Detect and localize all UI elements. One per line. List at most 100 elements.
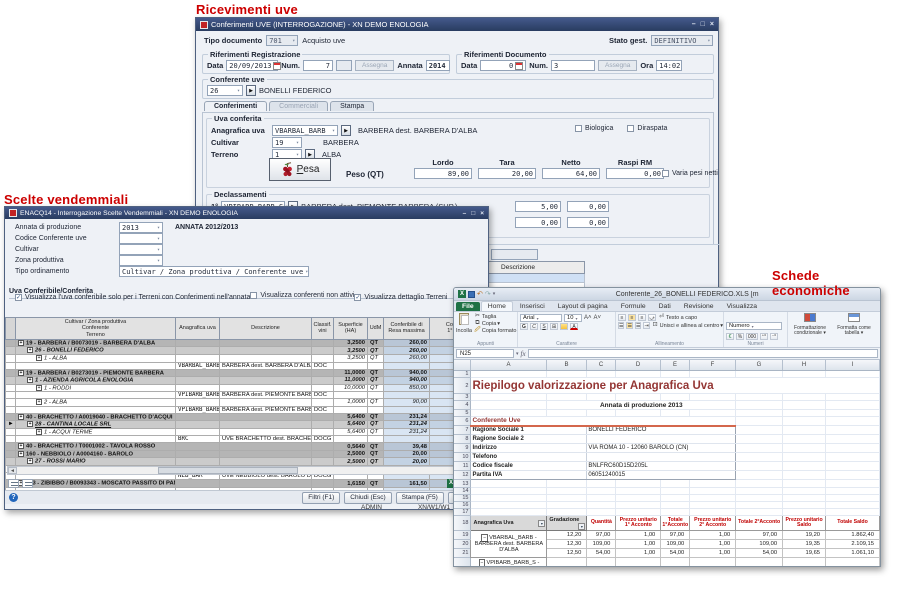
wrap-text-button[interactable]: ⏎Testo a capo [658,314,697,321]
biologica-checkbox[interactable]: Biologica [575,125,613,132]
visualizza-checkbox[interactable]: Visualizza conferenti non attivi [250,292,354,299]
table-row[interactable]: +19 - BARBERA / B0073019 - BARBERA D'ALB… [6,339,489,347]
declassamento-qta-field2[interactable]: 0,00 [515,217,561,228]
cell[interactable]: 54,00 [661,549,690,558]
num-registrazione-field[interactable]: 7 [303,60,333,71]
conferimenti-titlebar[interactable]: Conferimenti UVE (INTERROGAZIONE) - XN D… [196,18,718,31]
table-row[interactable]: VPIBARB_BARBBARBERA dest. PIEMONTE BARBE… [6,392,489,399]
scrollbar-thumb[interactable] [158,467,298,474]
table-row[interactable]: +1 - ACQUI TERME5,6400QT231,24236,88 [6,428,489,436]
column-header-H[interactable]: H [783,360,826,370]
cell[interactable]: 97,00 [661,531,690,540]
align-left-icon[interactable]: ☰ [618,322,624,329]
italic-button[interactable]: C [530,323,538,330]
cell[interactable]: 97,00 [736,531,783,540]
percent-icon[interactable]: % [736,333,744,340]
cell[interactable]: 12,50 [547,549,587,558]
cell[interactable]: 54,00 [587,549,616,558]
maximize-icon[interactable]: □ [471,210,475,217]
tab-commerciali[interactable]: Commerciali [269,101,328,111]
copia-formato-button[interactable]: 🖉Copia formato [474,327,517,334]
qat-chevron-icon[interactable]: ▾ [493,291,496,297]
ribbon-tab-revisione[interactable]: Revisione [678,302,720,311]
horizontal-scrollbar[interactable]: ◄ ► [7,466,486,475]
underline-button[interactable]: S [540,323,548,330]
table-row[interactable]: BRCUVE BRACHETTO dest. BRACHETTO D'ADOCG [6,436,489,443]
filter-dropdown-icon[interactable]: ▾ [538,520,545,527]
expand-icon[interactable]: + [18,451,24,457]
cell[interactable]: 12,50 [547,558,587,568]
table-row[interactable]: VBARBAL_BARBBARBERA dest. BARBERA D'ALBA… [6,362,489,369]
undo-icon[interactable]: ↶ [477,291,483,298]
table-row[interactable]: VPIBARB_BARBBARBERA dest. PIEMONTE BARBE… [6,406,489,413]
row-header-20[interactable]: 20 [454,540,471,549]
row-header-3[interactable]: 3 [454,394,471,401]
column-header[interactable] [6,318,16,340]
indent-icon[interactable]: ⇥ [643,322,649,329]
cell[interactable]: 19,35 [783,540,826,549]
currency-icon[interactable]: € [726,333,734,340]
peso-lordo-field[interactable]: 89,00 [414,168,472,179]
data-documento-field[interactable]: 0 [480,60,526,71]
cell[interactable]: 19,20 [783,558,826,568]
cell[interactable]: 1,00 [616,558,661,568]
declassamento-raspi-field[interactable]: 0,00 [567,201,609,212]
row-header-2[interactable]: 2 [454,378,471,394]
diraspata-checkbox[interactable]: Diraspata [627,125,667,132]
borders-icon[interactable]: ⊞ [550,323,558,330]
help-icon[interactable]: ? [9,493,18,502]
number-format-select[interactable]: Numero▾ [726,322,782,330]
ribbon-tab-formule[interactable]: Formule [615,302,652,311]
ora-field[interactable]: 14:02 [656,60,682,71]
peso-raspi-rm-field[interactable]: 0,00 [606,168,664,179]
annata-field[interactable]: 2014 [426,60,450,71]
cell[interactable]: 1,00 [690,558,736,568]
cell[interactable]: 97,00 [587,531,616,540]
taglia-button[interactable]: ✂Taglia [474,313,517,320]
cell[interactable]: 2.109,15 [826,540,880,549]
shrink-font-icon[interactable]: A˅ [594,315,602,322]
column-header[interactable]: Anagrafica uva [176,318,220,340]
ribbon-tab-layout-di-pagina[interactable]: Layout di pagina [552,302,614,311]
expand-icon[interactable]: + [18,370,24,376]
expand-icon[interactable]: + [36,355,42,361]
column-header[interactable]: Classif.vini [312,318,334,340]
select-all-corner[interactable] [454,360,471,370]
filter-dropdown[interactable]: ▾ [119,255,163,266]
column-header-F[interactable]: F [690,360,736,370]
ribbon-tab-visualizza[interactable]: Visualizza [721,302,763,311]
data-col-header[interactable]: Totale 1°Acconto [661,516,690,531]
cell[interactable]: 19,20 [783,531,826,540]
expand-icon[interactable]: + [36,399,42,405]
column-header[interactable]: Superficie(HA) [334,318,368,340]
row-header-15[interactable]: 15 [454,495,471,502]
conferente-code-field[interactable]: 26▾ [207,85,243,96]
align-middle-icon[interactable]: ≡ [628,314,636,321]
pesa-button[interactable]: Pesa [269,158,331,181]
font-color-icon[interactable]: A [570,323,578,330]
column-header-D[interactable]: D [616,360,661,370]
increase-decimal-icon[interactable]: ⁺⁰ [760,333,768,340]
minimize-icon[interactable]: – [692,21,696,28]
row-header-16[interactable]: 16 [454,502,471,509]
expand-icon[interactable]: + [36,429,42,435]
formatta-tabella-button[interactable]: Formatta come tabella ▾ [834,313,874,337]
row-header-14[interactable]: 14 [454,488,471,495]
column-header-E[interactable]: E [661,360,690,370]
cell[interactable]: 12,30 [547,540,587,549]
column-header-A[interactable]: A [471,360,547,370]
name-box[interactable]: N25 [456,349,514,358]
cell[interactable]: 1.862,40 [826,531,880,540]
table-row[interactable]: +40 - BRACHETTO / A0019040 - BRACHETTO D… [6,413,489,421]
cell[interactable]: 39,00 [661,558,690,568]
table-row[interactable]: +1 - RODDI10,0000QT850,00160,00 [6,384,489,392]
close-icon[interactable]: × [480,210,484,217]
declassamento-qta-field[interactable]: 5,00 [515,201,561,212]
bold-button[interactable]: G [520,323,528,330]
visualizza-checkbox[interactable]: ✓Visualizza dettaglio Terreni [354,294,447,301]
cell[interactable]: 19,65 [783,549,826,558]
cell[interactable]: 39,00 [736,558,783,568]
column-header[interactable]: Cultivar / Zona produttivaConferenteTerr… [16,318,176,340]
data-col-header[interactable]: Totale Saldo [826,516,880,531]
assegna-button[interactable]: Assegna [355,60,394,71]
